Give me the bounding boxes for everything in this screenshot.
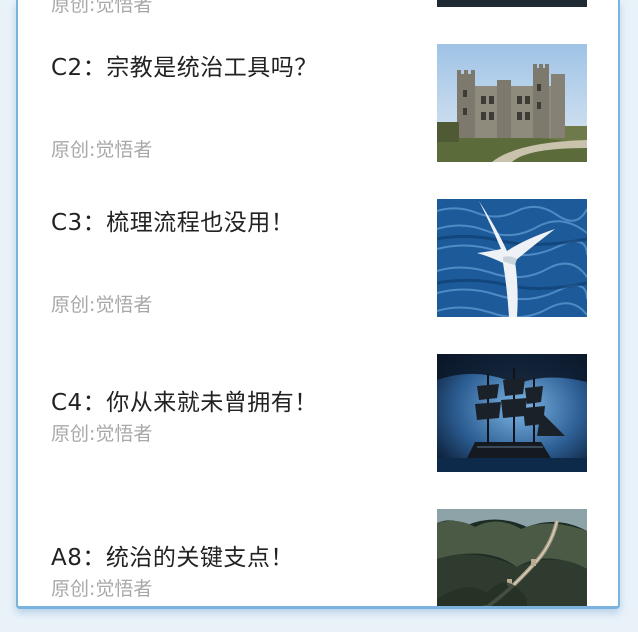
- article-title[interactable]: C3：梳理流程也没用！: [51, 203, 294, 237]
- article-thumbnail[interactable]: [437, 0, 587, 7]
- article-title[interactable]: C4：你从来就未曾拥有！: [51, 383, 318, 417]
- article-list: 原创:觉悟者 C2：宗教是统治工具吗？ 原创:觉悟者 C3：梳理流程也没用！ 原…: [16, 0, 620, 609]
- article-item[interactable]: C4：你从来就未曾拥有！ 原创:觉悟者: [18, 353, 618, 473]
- article-item[interactable]: C2：宗教是统治工具吗？ 原创:觉悟者: [18, 43, 618, 163]
- article-item[interactable]: A8：统治的关键支点！ 原创:觉悟者: [18, 508, 618, 606]
- castle-image[interactable]: [437, 44, 587, 162]
- seabird-image[interactable]: [437, 199, 587, 317]
- article-title[interactable]: A8：统治的关键支点！: [51, 538, 294, 572]
- article-title[interactable]: C2：宗教是统治工具吗？: [51, 48, 318, 82]
- ship-image[interactable]: [437, 354, 587, 472]
- article-author: 原创:觉悟者: [51, 0, 153, 16]
- article-author: 原创:觉悟者: [51, 423, 153, 445]
- article-author: 原创:觉悟者: [51, 578, 153, 600]
- article-author: 原创:觉悟者: [51, 139, 153, 161]
- article-item[interactable]: C3：梳理流程也没用！ 原创:觉悟者: [18, 198, 618, 318]
- article-author: 原创:觉悟者: [51, 294, 153, 316]
- great-wall-image[interactable]: [437, 509, 587, 606]
